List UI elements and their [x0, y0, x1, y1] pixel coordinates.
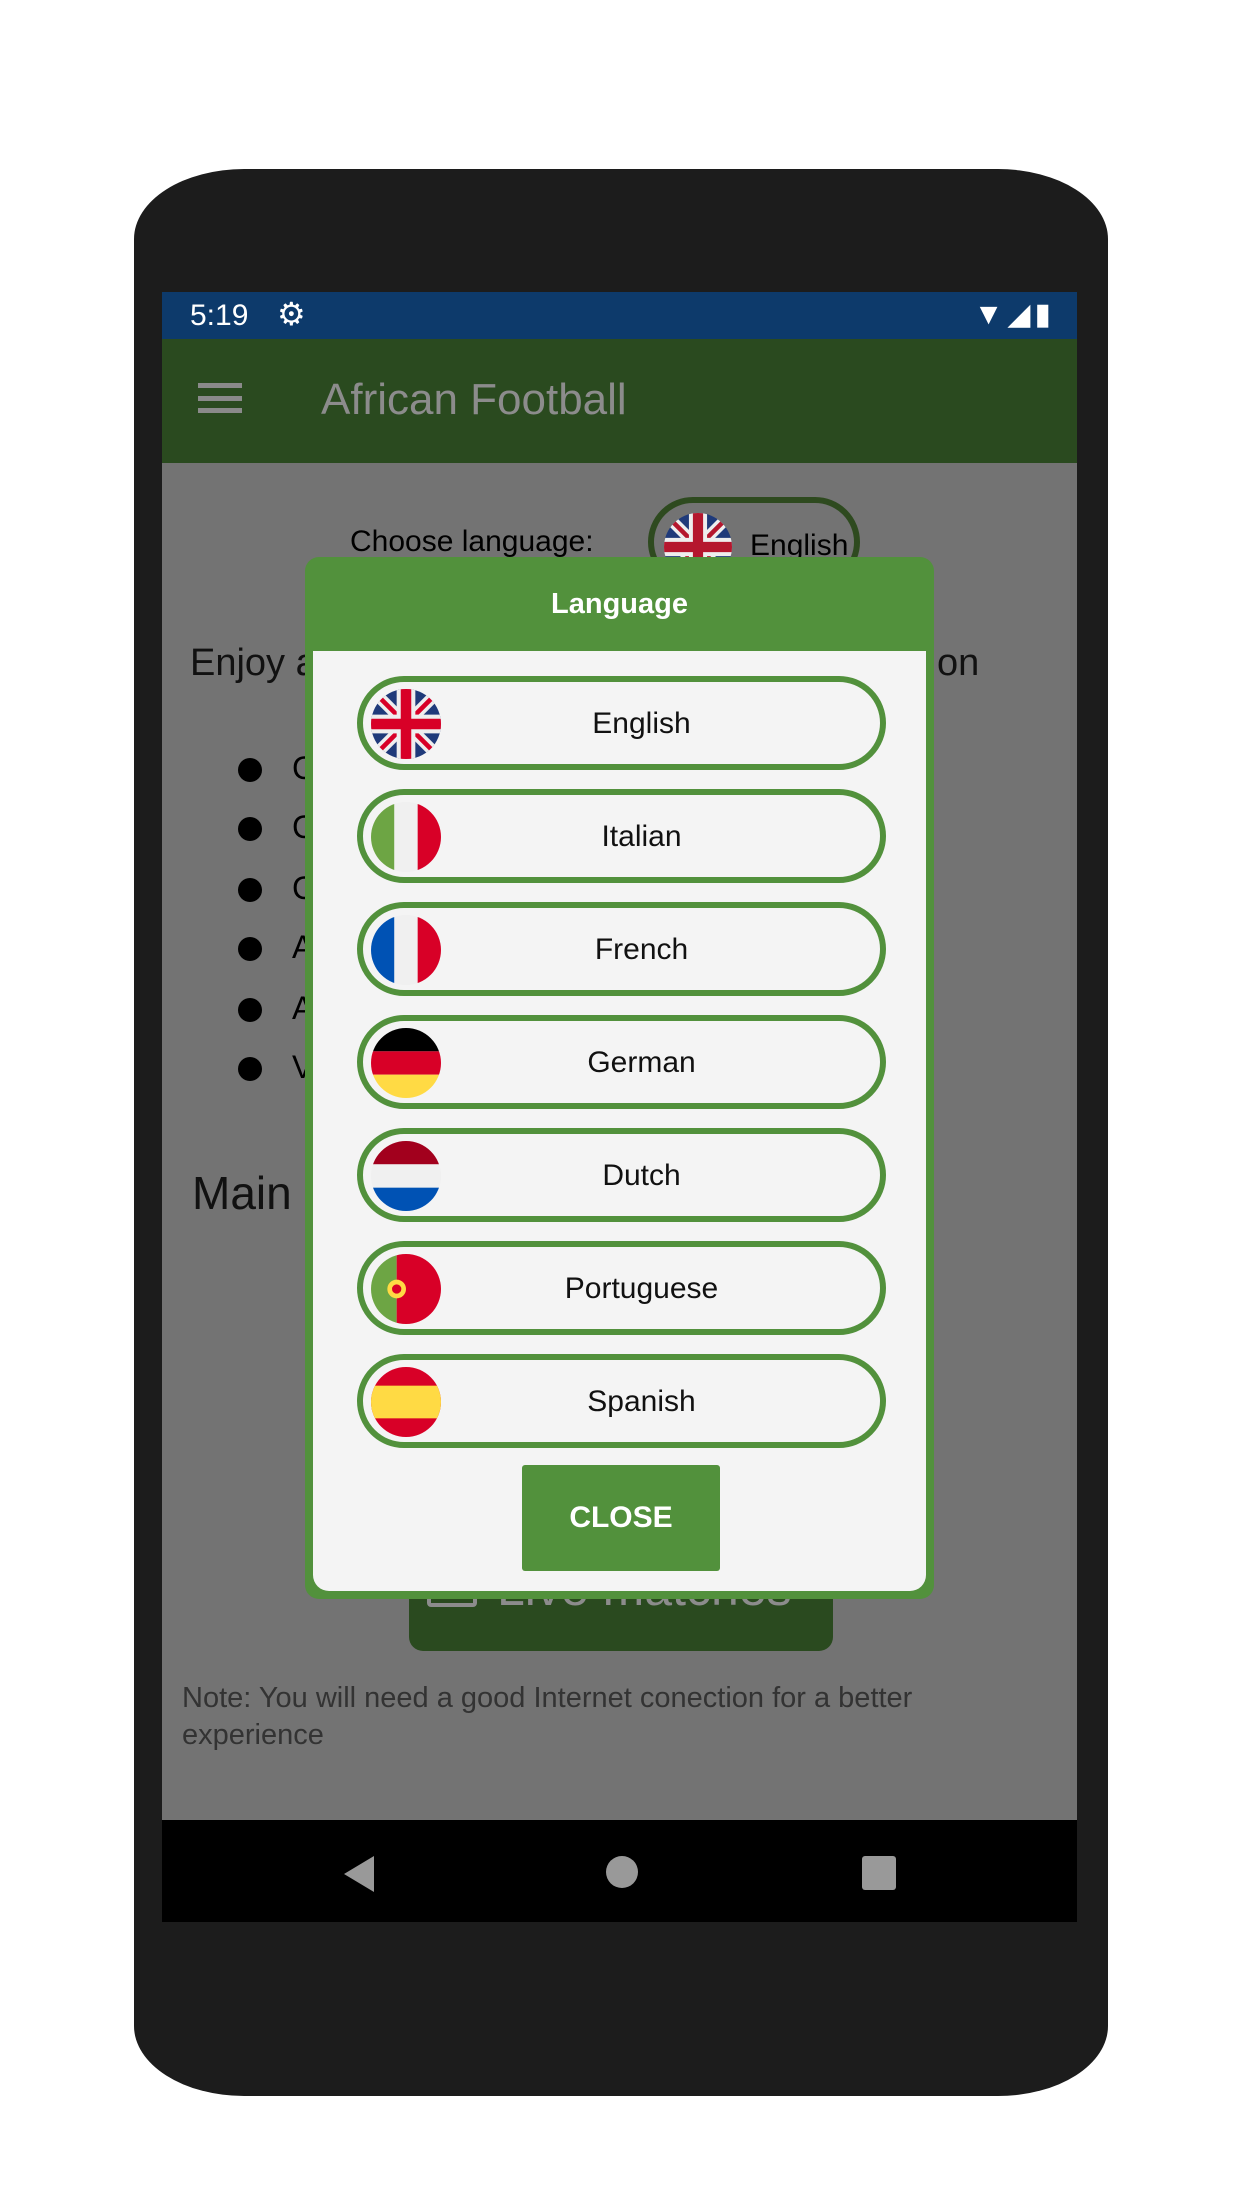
- back-icon[interactable]: [344, 1856, 374, 1892]
- app-bar: African Football: [162, 339, 1077, 463]
- bullet-icon: [238, 1057, 262, 1081]
- choose-language-label: Choose language:: [350, 525, 594, 558]
- bullet-icon: [238, 998, 262, 1022]
- nav-bar: [162, 1820, 1077, 1922]
- intro-text-start: Enjoy a: [190, 642, 317, 684]
- main-heading: Main: [192, 1167, 292, 1219]
- menu-icon[interactable]: [198, 383, 242, 413]
- language-label: Spanish: [587, 1385, 696, 1418]
- status-time: 5:19: [190, 299, 249, 332]
- language-option-german[interactable]: German: [357, 1015, 886, 1109]
- bullet-icon: [238, 878, 262, 902]
- intro-text-end: on: [937, 642, 980, 684]
- language-label: Italian: [601, 820, 682, 853]
- language-label: French: [594, 933, 689, 966]
- language-option-italian[interactable]: Italian: [357, 789, 886, 883]
- bullet-icon: [238, 817, 262, 841]
- gear-icon: ⚙: [277, 296, 306, 332]
- recents-icon[interactable]: [862, 1856, 896, 1890]
- app-title: African Football: [321, 375, 627, 424]
- bullet-icon: [238, 758, 262, 782]
- language-option-dutch[interactable]: Dutch: [357, 1128, 886, 1222]
- language-label: Dutch: [602, 1159, 681, 1192]
- language-option-spanish[interactable]: Spanish: [357, 1354, 886, 1448]
- language-label: English: [592, 707, 691, 740]
- wifi-icon: ▼: [973, 298, 1008, 331]
- status-bar: 5:19 ⚙ ▼◢▮: [162, 292, 1077, 339]
- dialog-body: CLOSE English Italian French German Dutch Por…: [313, 651, 926, 1591]
- language-label: German: [587, 1046, 696, 1079]
- battery-icon: ▮: [1034, 298, 1055, 331]
- language-option-portuguese[interactable]: Portuguese: [357, 1241, 886, 1335]
- language-option-french[interactable]: French: [357, 902, 886, 996]
- language-label: Portuguese: [564, 1272, 719, 1305]
- bullet-icon: [238, 937, 262, 961]
- language-dialog: Language CLOSE English Italian French Germa…: [305, 557, 934, 1599]
- home-icon[interactable]: [606, 1856, 638, 1888]
- signal-icon: ◢: [1007, 298, 1035, 331]
- dialog-title: Language: [551, 588, 688, 620]
- close-button[interactable]: CLOSE: [522, 1465, 720, 1571]
- note-text: Note: You will need a good Internet cone…: [182, 1682, 913, 1751]
- language-option-english[interactable]: English: [357, 676, 886, 770]
